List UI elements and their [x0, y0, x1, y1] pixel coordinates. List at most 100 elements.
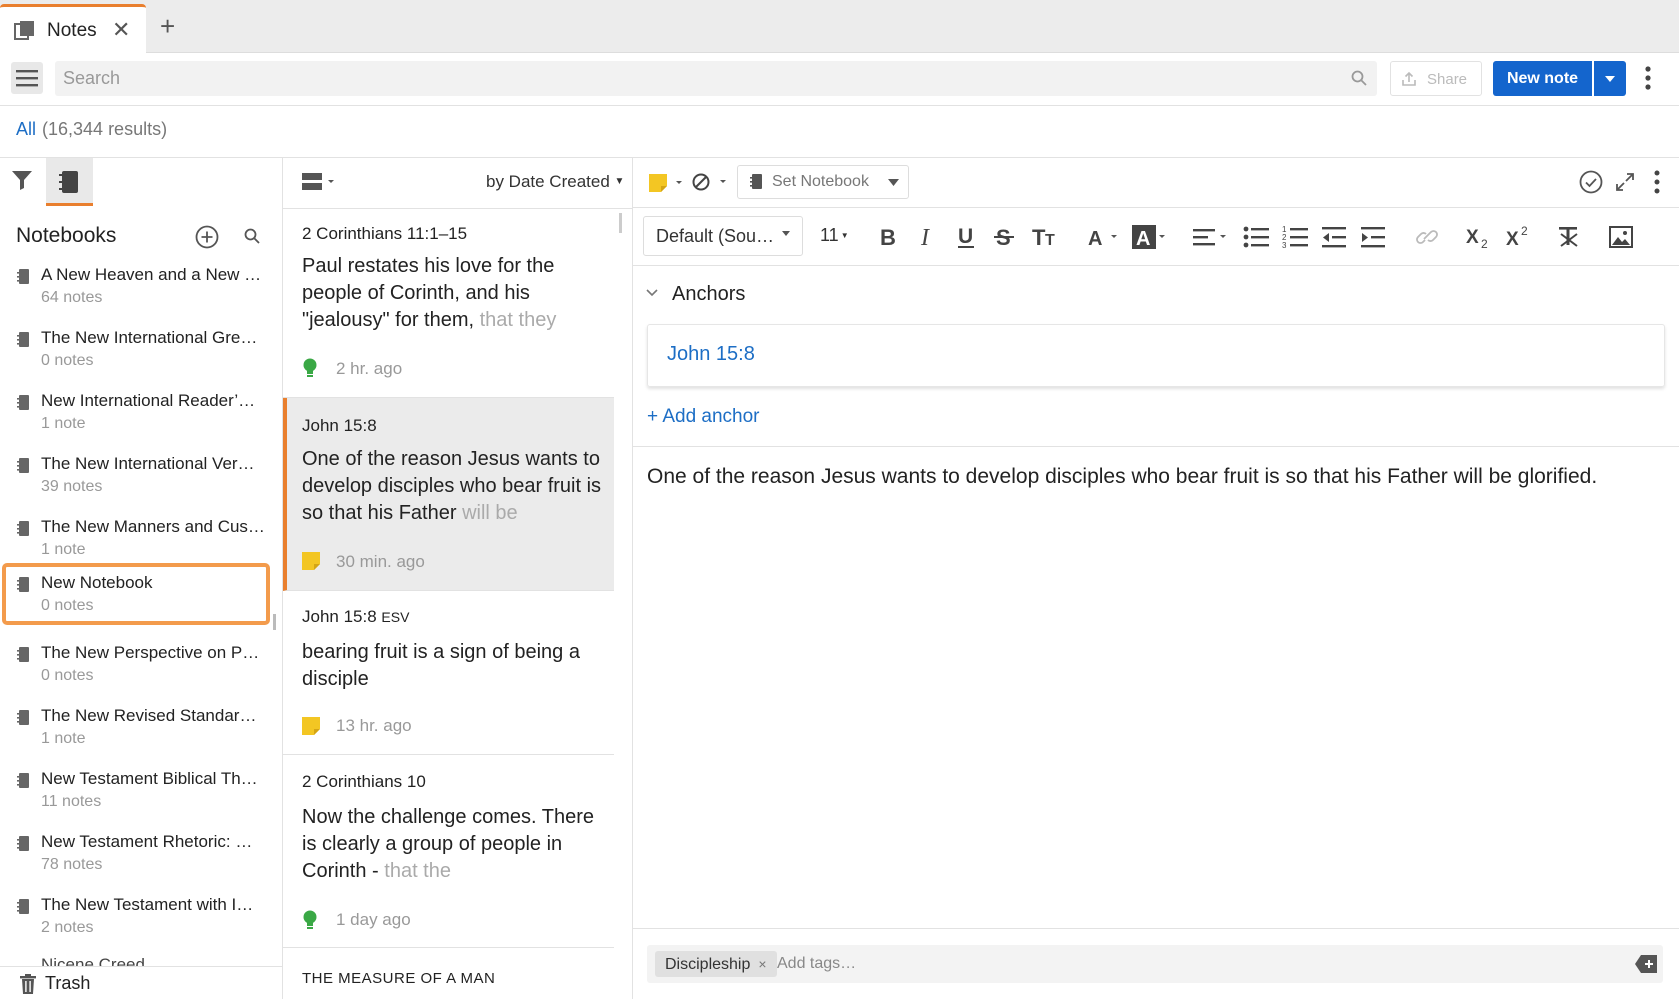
text-size-icon[interactable]: TT [1031, 224, 1059, 250]
set-notebook-dropdown[interactable]: Set Notebook [737, 165, 909, 199]
svg-text:A: A [1088, 228, 1102, 250]
link-icon[interactable] [1416, 224, 1438, 250]
note-card[interactable]: John 15:8 ESV bearing fruit is a sign of… [283, 591, 614, 755]
note-card[interactable]: 2 Corinthians 11:1–15 Paul restates his … [283, 210, 614, 398]
anchor-reference-link[interactable]: John 15:8 [667, 343, 755, 366]
new-note-dropdown-button[interactable] [1594, 61, 1626, 96]
share-icon [1401, 71, 1417, 87]
scope-all-link[interactable]: All [16, 119, 36, 139]
lightbulb-icon [302, 910, 318, 932]
notes-list-scrollbar[interactable] [619, 213, 622, 233]
highlight-color-icon[interactable]: A [1132, 224, 1168, 250]
tag-bar[interactable]: Discipleship × Add tags… [647, 945, 1663, 983]
trash-label: Trash [45, 973, 91, 993]
close-tab-icon[interactable]: ✕ [112, 19, 130, 41]
notebooks-heading: Notebooks [16, 224, 117, 247]
sort-label: by Date Created [486, 172, 610, 191]
hamburger-menu-icon[interactable] [11, 62, 43, 94]
notebook-item[interactable]: The New Revised Standard… 1 note [0, 705, 272, 768]
tag-add-icon[interactable] [1635, 954, 1659, 974]
notebook-item[interactable]: The New Testament with I… 2 notes [0, 894, 272, 957]
notebook-list-scrollbar[interactable] [273, 614, 276, 630]
search-icon[interactable] [1351, 70, 1367, 86]
bulleted-list-icon[interactable] [1243, 224, 1269, 250]
trash-button[interactable]: Trash [0, 966, 282, 999]
notebook-icon [17, 899, 29, 914]
notebook-count: 1 note [41, 415, 86, 432]
note-card[interactable]: THE MEASURE OF A MAN [283, 948, 614, 999]
notebook-item[interactable]: A New Heaven and a New … 64 notes [0, 264, 272, 327]
font-color-icon[interactable]: A [1087, 224, 1121, 250]
notebooks-tab[interactable] [46, 158, 93, 206]
more-options-icon[interactable] [1645, 65, 1651, 91]
tab-title: Notes [47, 20, 97, 41]
notebook-item[interactable]: The New International Ver… 39 notes [0, 453, 272, 516]
note-preview: Paul restates his love for the people of… [302, 255, 557, 331]
expand-icon[interactable] [1615, 172, 1635, 192]
add-tags-input[interactable]: Add tags… [777, 955, 856, 973]
tab-notes[interactable]: Notes ✕ [0, 4, 146, 53]
svg-text:U: U [958, 225, 973, 248]
notebook-count: 1 note [41, 541, 86, 558]
font-size-dropdown[interactable]: 11 ▼ [820, 225, 849, 246]
set-notebook-label: Set Notebook [772, 173, 869, 190]
underline-icon[interactable]: U [955, 224, 977, 250]
notebook-name: New International Reader’… [41, 391, 256, 410]
sticky-note-icon [302, 717, 320, 735]
share-button[interactable]: Share [1390, 61, 1482, 96]
strikethrough-icon[interactable]: S [993, 224, 1015, 250]
superscript-icon[interactable]: X2 [1506, 224, 1532, 250]
filter-icon[interactable] [10, 168, 34, 192]
notebook-item[interactable]: New Testament Biblical Th… 11 notes [0, 768, 272, 831]
notebook-name: New Testament Rhetoric: … [41, 832, 253, 851]
notebook-search-icon[interactable] [244, 228, 260, 244]
search-input[interactable]: Search [55, 61, 1377, 96]
insert-image-icon[interactable] [1609, 224, 1633, 250]
notebook-icon [17, 395, 29, 410]
note-card-selected[interactable]: John 15:8 One of the reason Jesus wants … [283, 398, 614, 591]
notebook-item[interactable]: The New International Gre… 0 notes [0, 327, 272, 390]
tag-chip[interactable]: Discipleship × [655, 951, 777, 977]
new-note-button[interactable]: New note [1493, 61, 1592, 96]
note-card[interactable]: 2 Corinthians 10 Now the challenge comes… [283, 755, 614, 948]
clear-formatting-icon[interactable] [1557, 224, 1581, 250]
indent-icon[interactable] [1361, 224, 1387, 250]
svg-text:A: A [1136, 228, 1150, 250]
more-options-icon[interactable] [1654, 169, 1660, 195]
notebook-item-selected[interactable]: New Notebook 0 notes [2, 563, 270, 625]
align-icon[interactable] [1193, 224, 1229, 250]
anchor-card[interactable]: John 15:8 [647, 324, 1665, 387]
outdent-icon[interactable] [1322, 224, 1348, 250]
sticky-note-icon [302, 552, 320, 570]
notebook-icon [17, 647, 29, 662]
italic-icon[interactable]: I [917, 224, 939, 250]
bold-icon[interactable]: B [877, 224, 899, 250]
note-body-editor[interactable]: One of the reason Jesus wants to develop… [647, 465, 1597, 489]
note-type-dropdown[interactable] [649, 173, 687, 193]
no-color-dropdown[interactable] [692, 172, 732, 192]
subscript-icon[interactable]: X2 [1466, 224, 1492, 250]
notebook-icon [17, 773, 29, 788]
sort-dropdown[interactable]: by Date Created ▼ [486, 172, 624, 192]
notebook-count: 0 notes [41, 667, 94, 684]
collapse-anchors-icon[interactable] [646, 289, 658, 297]
new-tab-icon[interactable]: + [160, 13, 175, 39]
note-time: 30 min. ago [336, 552, 425, 571]
add-notebook-icon[interactable] [195, 225, 219, 249]
font-family-dropdown[interactable]: Default (Sou… [643, 216, 803, 256]
divider [632, 928, 1679, 929]
svg-text:2: 2 [1521, 224, 1528, 238]
notebook-item[interactable]: New Testament Rhetoric: … 78 notes [0, 831, 272, 894]
notebook-name: The New Testament with I… [41, 895, 254, 914]
notebook-count: 1 note [41, 730, 86, 747]
view-mode-dropdown[interactable] [302, 172, 336, 192]
notebook-item[interactable]: New International Reader’… 1 note [0, 390, 272, 453]
numbered-list-icon[interactable]: 123 [1282, 224, 1308, 250]
add-anchor-link[interactable]: + Add anchor [647, 406, 760, 428]
results-summary: All (16,344 results) [16, 119, 167, 140]
notebook-item[interactable]: Nicene Creed [0, 954, 272, 966]
notebook-item[interactable]: The New Perspective on P… 0 notes [0, 642, 272, 705]
check-circle-icon[interactable] [1579, 170, 1603, 194]
remove-tag-icon[interactable]: × [758, 956, 766, 972]
sticky-note-icon [649, 174, 682, 192]
